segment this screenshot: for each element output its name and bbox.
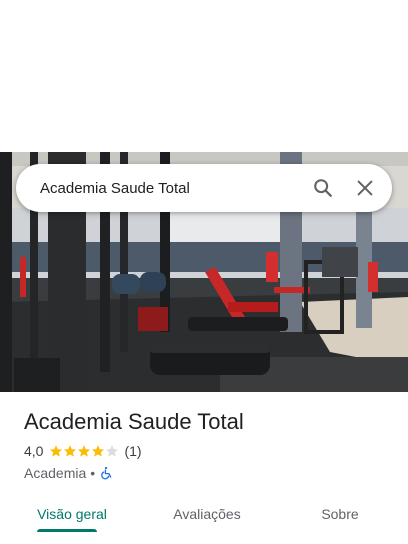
active-tab-indicator xyxy=(37,529,97,532)
place-info: Academia Saude Total 4,0 (1) Academia • xyxy=(24,408,394,482)
close-icon xyxy=(357,180,373,196)
star-icon xyxy=(92,445,105,457)
tab-overview[interactable]: Visão geral xyxy=(2,496,142,532)
tab-label: Avaliações xyxy=(173,506,241,522)
star-icon xyxy=(78,445,91,457)
rating-value: 4,0 xyxy=(24,443,44,459)
wheelchair-icon xyxy=(101,466,112,480)
tab-label: Sobre xyxy=(321,506,359,522)
star-rating xyxy=(49,444,119,458)
star-icon xyxy=(50,445,63,457)
star-empty-icon xyxy=(106,445,119,457)
tab-label: Visão geral xyxy=(37,506,107,522)
tab-reviews[interactable]: Avaliações xyxy=(142,496,272,532)
separator: • xyxy=(90,465,96,481)
search-bar[interactable]: Academia Saude Total xyxy=(16,164,392,212)
place-category: Academia xyxy=(24,465,87,481)
place-title: Academia Saude Total xyxy=(24,409,244,434)
search-input[interactable]: Academia Saude Total xyxy=(16,180,305,197)
tab-about[interactable]: Sobre xyxy=(272,496,408,532)
rating-row[interactable]: 4,0 (1) xyxy=(24,442,394,460)
clear-search-button[interactable] xyxy=(347,170,383,206)
search-button[interactable] xyxy=(305,170,341,206)
place-tabs: Visão geral Avaliações Sobre xyxy=(0,496,408,544)
star-icon xyxy=(64,445,77,457)
category-row: Academia • xyxy=(24,464,394,482)
review-count[interactable]: (1) xyxy=(124,443,141,459)
search-icon xyxy=(314,179,332,197)
